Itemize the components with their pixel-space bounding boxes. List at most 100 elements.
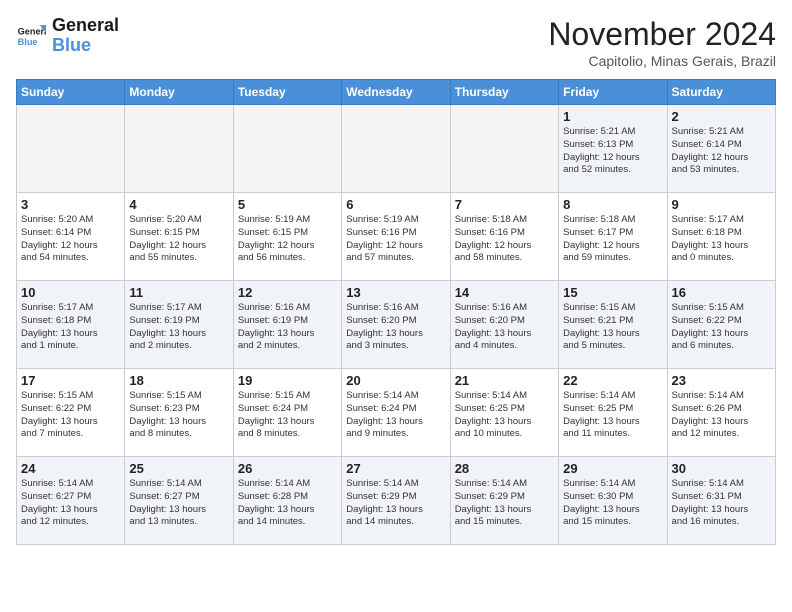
- calendar-cell: [233, 105, 341, 193]
- day-info: Sunrise: 5:17 AMSunset: 6:19 PMDaylight:…: [129, 302, 228, 353]
- day-header-monday: Monday: [125, 80, 233, 105]
- day-number: 5: [238, 197, 337, 212]
- page-header: General Blue General Blue November 2024 …: [16, 16, 776, 69]
- calendar-cell: [125, 105, 233, 193]
- day-info: Sunrise: 5:15 AMSunset: 6:22 PMDaylight:…: [21, 390, 120, 441]
- day-number: 20: [346, 373, 445, 388]
- day-number: 2: [672, 109, 771, 124]
- calendar-cell: 28Sunrise: 5:14 AMSunset: 6:29 PMDayligh…: [450, 457, 558, 545]
- calendar-cell: 25 Sunrise: 5:14 AMSunset: 6:27 PMDayligh…: [125, 457, 233, 545]
- calendar-cell: 23Sunrise: 5:14 AMSunset: 6:26 PMDayligh…: [667, 369, 775, 457]
- day-info: Sunrise: 5:20 AMSunset: 6:15 PMDaylight:…: [129, 214, 228, 265]
- day-info: Sunrise: 5:18 AMSunset: 6:16 PMDaylight:…: [455, 214, 554, 265]
- day-info: Sunrise: 5:15 AMSunset: 6:21 PMDaylight:…: [563, 302, 662, 353]
- calendar-cell: 26 Sunrise: 5:14 AMSunset: 6:28 PMDayligh…: [233, 457, 341, 545]
- calendar-cell: 15 Sunrise: 5:15 AMSunset: 6:21 PMDayligh…: [559, 281, 667, 369]
- day-number: 13: [346, 285, 445, 300]
- day-info: Sunrise: 5:17 AMSunset: 6:18 PMDaylight:…: [672, 214, 771, 265]
- calendar-cell: 17 Sunrise: 5:15 AMSunset: 6:22 PMDayligh…: [17, 369, 125, 457]
- day-header-friday: Friday: [559, 80, 667, 105]
- calendar-cell: 7 Sunrise: 5:18 AMSunset: 6:16 PMDaylight…: [450, 193, 558, 281]
- day-number: 21: [455, 373, 554, 388]
- day-number: 11: [129, 285, 228, 300]
- calendar-cell: 24 Sunrise: 5:14 AMSunset: 6:27 PMDayligh…: [17, 457, 125, 545]
- day-info: Sunrise: 5:14 AMSunset: 6:28 PMDaylight:…: [238, 478, 337, 529]
- logo-icon: General Blue: [16, 21, 46, 51]
- logo: General Blue General Blue: [16, 16, 119, 56]
- day-number: 17: [21, 373, 120, 388]
- calendar-cell: 22Sunrise: 5:14 AMSunset: 6:25 PMDayligh…: [559, 369, 667, 457]
- calendar-cell: 6 Sunrise: 5:19 AMSunset: 6:16 PMDaylight…: [342, 193, 450, 281]
- logo-text-line2: Blue: [52, 36, 119, 56]
- day-number: 9: [672, 197, 771, 212]
- day-info: Sunrise: 5:16 AMSunset: 6:20 PMDaylight:…: [346, 302, 445, 353]
- calendar-cell: 29 Sunrise: 5:14 AMSunset: 6:30 PMDayligh…: [559, 457, 667, 545]
- calendar-week-row: 24 Sunrise: 5:14 AMSunset: 6:27 PMDayligh…: [17, 457, 776, 545]
- day-info: Sunrise: 5:21 AMSunset: 6:14 PMDaylight:…: [672, 126, 771, 177]
- day-number: 26: [238, 461, 337, 476]
- calendar-week-row: 17 Sunrise: 5:15 AMSunset: 6:22 PMDayligh…: [17, 369, 776, 457]
- calendar-cell: 2 Sunrise: 5:21 AMSunset: 6:14 PMDaylight…: [667, 105, 775, 193]
- day-number: 14: [455, 285, 554, 300]
- day-number: 27: [346, 461, 445, 476]
- day-number: 1: [563, 109, 662, 124]
- day-number: 30: [672, 461, 771, 476]
- day-info: Sunrise: 5:14 AMSunset: 6:30 PMDaylight:…: [563, 478, 662, 529]
- day-info: Sunrise: 5:14 AMSunset: 6:27 PMDaylight:…: [129, 478, 228, 529]
- day-info: Sunrise: 5:18 AMSunset: 6:17 PMDaylight:…: [563, 214, 662, 265]
- day-info: Sunrise: 5:14 AMSunset: 6:31 PMDaylight:…: [672, 478, 771, 529]
- day-header-saturday: Saturday: [667, 80, 775, 105]
- day-number: 25: [129, 461, 228, 476]
- calendar-cell: [342, 105, 450, 193]
- day-number: 29: [563, 461, 662, 476]
- day-header-sunday: Sunday: [17, 80, 125, 105]
- day-number: 23: [672, 373, 771, 388]
- calendar-cell: 14 Sunrise: 5:16 AMSunset: 6:20 PMDayligh…: [450, 281, 558, 369]
- day-number: 22: [563, 373, 662, 388]
- day-number: 10: [21, 285, 120, 300]
- svg-text:Blue: Blue: [18, 37, 38, 47]
- day-info: Sunrise: 5:19 AMSunset: 6:16 PMDaylight:…: [346, 214, 445, 265]
- location: Capitolio, Minas Gerais, Brazil: [548, 53, 776, 69]
- day-number: 3: [21, 197, 120, 212]
- day-info: Sunrise: 5:20 AMSunset: 6:14 PMDaylight:…: [21, 214, 120, 265]
- day-number: 4: [129, 197, 228, 212]
- calendar-cell: [17, 105, 125, 193]
- day-info: Sunrise: 5:14 AMSunset: 6:27 PMDaylight:…: [21, 478, 120, 529]
- day-number: 7: [455, 197, 554, 212]
- calendar-cell: 4 Sunrise: 5:20 AMSunset: 6:15 PMDaylight…: [125, 193, 233, 281]
- day-number: 24: [21, 461, 120, 476]
- calendar-cell: 18 Sunrise: 5:15 AMSunset: 6:23 PMDayligh…: [125, 369, 233, 457]
- day-number: 12: [238, 285, 337, 300]
- day-number: 16: [672, 285, 771, 300]
- calendar-header-row: SundayMondayTuesdayWednesdayThursdayFrid…: [17, 80, 776, 105]
- day-number: 19: [238, 373, 337, 388]
- day-number: 15: [563, 285, 662, 300]
- day-number: 6: [346, 197, 445, 212]
- day-header-tuesday: Tuesday: [233, 80, 341, 105]
- day-number: 18: [129, 373, 228, 388]
- day-info: Sunrise: 5:14 AMSunset: 6:25 PMDaylight:…: [455, 390, 554, 441]
- day-info: Sunrise: 5:17 AMSunset: 6:18 PMDaylight:…: [21, 302, 120, 353]
- day-info: Sunrise: 5:15 AMSunset: 6:22 PMDaylight:…: [672, 302, 771, 353]
- day-info: Sunrise: 5:19 AMSunset: 6:15 PMDaylight:…: [238, 214, 337, 265]
- month-title: November 2024: [548, 16, 776, 53]
- day-info: Sunrise: 5:21 AMSunset: 6:13 PMDaylight:…: [563, 126, 662, 177]
- day-info: Sunrise: 5:16 AMSunset: 6:20 PMDaylight:…: [455, 302, 554, 353]
- day-number: 8: [563, 197, 662, 212]
- calendar-cell: 11 Sunrise: 5:17 AMSunset: 6:19 PMDayligh…: [125, 281, 233, 369]
- calendar-week-row: 3 Sunrise: 5:20 AMSunset: 6:14 PMDaylight…: [17, 193, 776, 281]
- calendar-week-row: 1 Sunrise: 5:21 AMSunset: 6:13 PMDaylight…: [17, 105, 776, 193]
- calendar-cell: 30 Sunrise: 5:14 AMSunset: 6:31 PMDayligh…: [667, 457, 775, 545]
- calendar-cell: 8 Sunrise: 5:18 AMSunset: 6:17 PMDaylight…: [559, 193, 667, 281]
- calendar-cell: 9 Sunrise: 5:17 AMSunset: 6:18 PMDaylight…: [667, 193, 775, 281]
- title-block: November 2024 Capitolio, Minas Gerais, B…: [548, 16, 776, 69]
- calendar-cell: 12Sunrise: 5:16 AMSunset: 6:19 PMDayligh…: [233, 281, 341, 369]
- calendar-cell: [450, 105, 558, 193]
- day-info: Sunrise: 5:15 AMSunset: 6:23 PMDaylight:…: [129, 390, 228, 441]
- calendar-cell: 3 Sunrise: 5:20 AMSunset: 6:14 PMDaylight…: [17, 193, 125, 281]
- day-header-thursday: Thursday: [450, 80, 558, 105]
- calendar-cell: 13 Sunrise: 5:16 AMSunset: 6:20 PMDayligh…: [342, 281, 450, 369]
- calendar-cell: 16 Sunrise: 5:15 AMSunset: 6:22 PMDayligh…: [667, 281, 775, 369]
- calendar-cell: 10 Sunrise: 5:17 AMSunset: 6:18 PMDayligh…: [17, 281, 125, 369]
